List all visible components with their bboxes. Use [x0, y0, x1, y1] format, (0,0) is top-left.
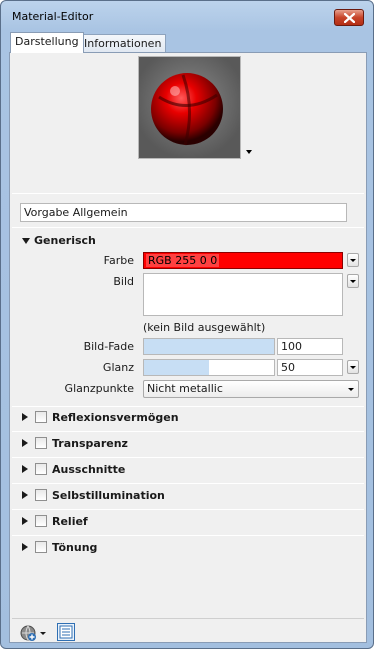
category-label: Reflexionsvermögen — [52, 410, 179, 424]
window-title: Material-Editor — [12, 10, 94, 23]
category-selbstillumination[interactable]: Selbstillumination — [22, 487, 165, 503]
section-label: Generisch — [34, 234, 96, 247]
create-material-button[interactable] — [20, 624, 50, 642]
checkbox[interactable] — [35, 541, 47, 553]
appearance-panel: Vorgabe Allgemein Generisch Farbe RGB 25… — [9, 52, 367, 643]
category-ausschnitte[interactable]: Ausschnitte — [22, 461, 125, 477]
tab-informationen[interactable]: Informationen — [79, 34, 167, 53]
chevron-down-icon — [348, 388, 354, 391]
expand-triangle-icon — [22, 517, 28, 525]
checkbox[interactable] — [35, 489, 47, 501]
list-view-button[interactable] — [57, 623, 75, 641]
image-field[interactable] — [143, 273, 343, 316]
sphere-preview-image — [151, 73, 223, 146]
close-button[interactable] — [334, 9, 364, 26]
fade-label: Bild-Fade — [83, 340, 134, 353]
gloss-label: Glanz — [102, 361, 134, 374]
fade-value-field[interactable]: 100 — [277, 338, 343, 355]
category-label: Relief — [52, 514, 88, 528]
client-area: Darstellung Informationen Vorgabe Allgem… — [8, 31, 367, 643]
highlights-select[interactable]: Nicht metallic — [143, 380, 359, 398]
divider — [12, 227, 364, 228]
divider — [12, 535, 364, 536]
checkbox[interactable] — [35, 463, 47, 475]
category-label: Selbstillumination — [52, 488, 165, 502]
gloss-dropdown-button[interactable] — [347, 360, 359, 374]
category-label: Transparenz — [52, 436, 128, 450]
divider — [12, 509, 364, 510]
color-value: RGB 255 0 0 — [146, 254, 220, 267]
tab-darstellung[interactable]: Darstellung — [10, 32, 84, 53]
list-view-icon — [59, 625, 73, 639]
title-bar[interactable]: Material-Editor — [1, 1, 373, 31]
fade-slider-fill — [144, 339, 274, 354]
expand-triangle-icon — [22, 543, 28, 551]
color-field[interactable]: RGB 255 0 0 — [143, 252, 343, 269]
divider — [12, 431, 364, 432]
gloss-value-field[interactable]: 50 — [277, 359, 343, 376]
preset-field[interactable]: Vorgabe Allgemein — [20, 203, 347, 222]
divider — [12, 483, 364, 484]
gloss-slider-fill — [144, 360, 209, 375]
expand-triangle-icon — [22, 491, 28, 499]
color-label: Farbe — [103, 254, 134, 267]
highlights-label: Glanzpunkte — [64, 382, 134, 395]
divider — [12, 618, 364, 619]
image-dropdown-button[interactable] — [347, 274, 359, 288]
category-relief[interactable]: Relief — [22, 513, 88, 529]
color-dropdown-button[interactable] — [347, 253, 359, 267]
globe-add-icon — [20, 625, 46, 641]
category-label: Tönung — [52, 540, 98, 554]
expand-triangle-icon — [22, 237, 30, 244]
divider — [12, 457, 364, 458]
no-image-text: (kein Bild ausgewählt) — [143, 321, 266, 334]
category-label: Ausschnitte — [52, 462, 126, 476]
expand-triangle-icon — [22, 465, 28, 473]
chevron-down-icon[interactable] — [246, 150, 252, 154]
fade-slider[interactable] — [143, 338, 275, 355]
checkbox[interactable] — [35, 437, 47, 449]
close-icon — [343, 12, 355, 23]
material-editor-window: Material-Editor Darstellung Informatione… — [0, 0, 374, 649]
highlights-value: Nicht metallic — [147, 382, 223, 395]
divider — [12, 193, 364, 194]
image-label: Bild — [113, 275, 134, 288]
expand-triangle-icon — [22, 413, 28, 421]
checkbox[interactable] — [35, 411, 47, 423]
category-reflexion[interactable]: Reflexionsvermögen — [22, 409, 179, 425]
expand-triangle-icon — [22, 439, 28, 447]
category-transparenz[interactable]: Transparenz — [22, 435, 128, 451]
divider — [12, 406, 364, 407]
material-preview[interactable] — [138, 56, 241, 159]
gloss-slider[interactable] — [143, 359, 275, 376]
section-generisch[interactable]: Generisch — [22, 234, 96, 247]
category-toenung[interactable]: Tönung — [22, 539, 97, 555]
checkbox[interactable] — [35, 515, 47, 527]
